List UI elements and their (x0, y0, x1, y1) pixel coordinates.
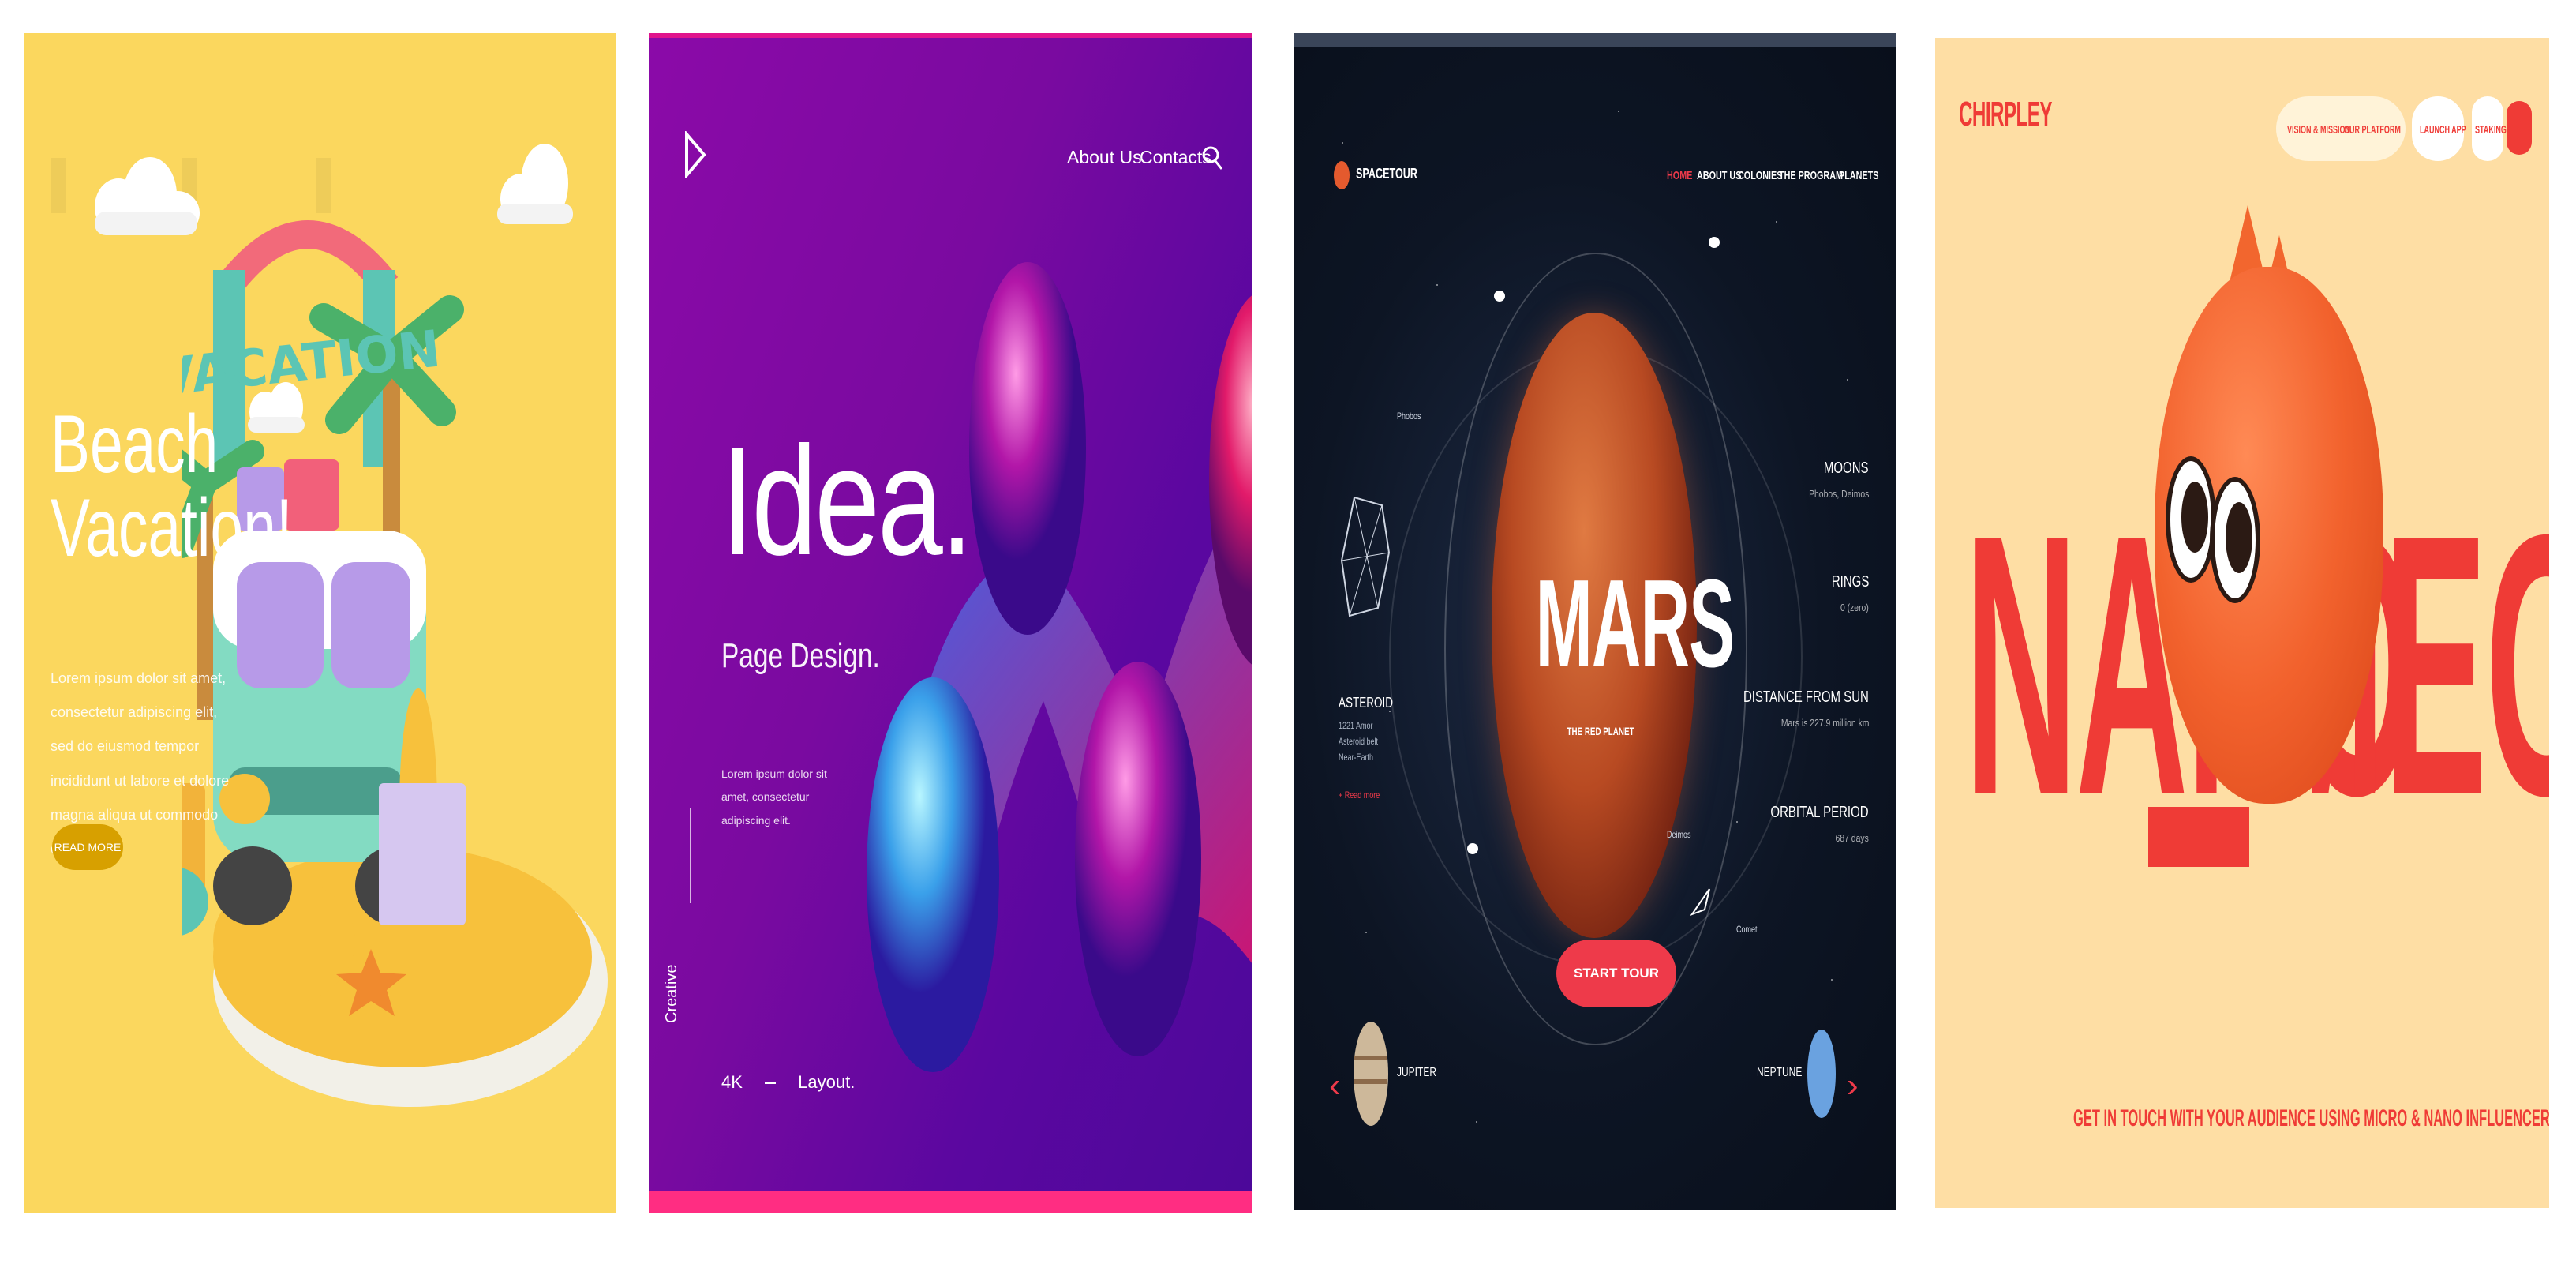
vacation-van-illustration: VACATION (182, 220, 608, 1107)
asteroid-title: ASTEROID (1339, 695, 1394, 711)
planet-tagline: THE RED PLANET (1567, 725, 1634, 737)
play-logo-icon[interactable] (683, 131, 707, 178)
next-arrow-icon[interactable]: › (1847, 1066, 1859, 1105)
stat-value: Phobos, Deimos (1808, 488, 1869, 500)
hero-headline: Beach Vacation! (51, 399, 293, 575)
tagline-text: GET IN TOUCH WITH YOUR AUDIENCE USING MI… (2073, 1105, 2549, 1131)
decor-square (51, 158, 66, 213)
spacetour-logo-icon (1334, 161, 1350, 189)
asteroid-detail: Near-Earth (1339, 752, 1374, 763)
asteroid-detail: Asteroid belt (1339, 736, 1379, 747)
asteroid-icon (1340, 496, 1391, 617)
read-more-button[interactable]: READ MORE (52, 824, 123, 870)
footer-right-text: Layout. (798, 1072, 856, 1092)
space-tour-card: SPACETOUR HOME ABOUT US COLONIES THE PRO… (1294, 33, 1896, 1210)
moon-marker-icon[interactable] (1465, 837, 1481, 861)
footer-resolution: 4K Layout. (721, 1072, 855, 1093)
comet-label: Comet (1736, 924, 1758, 935)
neptune-label[interactable]: NEPTUNE (1757, 1066, 1802, 1080)
moon-marker-icon[interactable] (1492, 284, 1507, 308)
footer-separator (765, 1082, 777, 1085)
jupiter-thumbnail[interactable] (1351, 1018, 1391, 1129)
stat-value: Mars is 227.9 million km (1780, 717, 1869, 729)
creature-eye (2166, 456, 2216, 583)
stat-label: RINGS (1831, 573, 1869, 591)
vertical-divider (690, 808, 691, 903)
idea-page-design-card: About Us Contacts Idea. Page Design. Lor… (649, 33, 1252, 1213)
nav-planets[interactable]: PLANETS (1839, 169, 1878, 182)
neptune-thumbnail[interactable] (1806, 1026, 1837, 1121)
brand-name[interactable]: SPACETOUR (1356, 166, 1417, 182)
jupiter-label[interactable]: JUPITER (1397, 1066, 1436, 1080)
launch-app-label: LAUNCH APP (2420, 123, 2466, 137)
search-icon[interactable] (1201, 144, 1223, 171)
nav-home[interactable]: HOME (1667, 169, 1692, 182)
moon-marker-icon[interactable] (1706, 231, 1722, 254)
asteroid-detail: 1221 Amor (1339, 720, 1373, 731)
start-tour-button[interactable]: START TOUR (1556, 940, 1676, 1007)
nano-mega-card: CHIRPLEY VISION & MISSION OUR PLATFORM L… (1935, 38, 2549, 1208)
stat-label: DISTANCE FROM SUN (1743, 688, 1869, 706)
stat-label: ORBITAL PERIOD (1770, 804, 1869, 821)
footer-left-text: 4K (721, 1072, 743, 1092)
nav-our-platform[interactable]: OUR PLATFORM (2344, 123, 2401, 137)
stat-value: 687 days (1835, 832, 1869, 844)
qr-code-icon[interactable] (2507, 101, 2532, 155)
nav-colonies[interactable]: COLONIES (1738, 169, 1782, 182)
beach-vacation-card: VACATION Beach Vacation! Lorem ipsum dol… (24, 33, 616, 1213)
nav-vision-mission[interactable]: VISION & MISSION (2287, 123, 2350, 137)
chirpley-logo[interactable]: CHIRPLEY (1959, 95, 2053, 134)
stat-value: 0 (zero) (1840, 602, 1869, 613)
nav-about-us[interactable]: ABOUT US (1697, 169, 1741, 182)
creature-eye (2210, 477, 2260, 603)
hero-headline: Idea. (721, 414, 973, 587)
moon-label: Deimos (1667, 829, 1691, 840)
planet-title: MARS (1535, 554, 1735, 693)
gradient-spheres-illustration (867, 262, 1252, 1072)
headline-dash (2148, 807, 2249, 867)
comet-icon (1690, 888, 1710, 917)
staking-label: STAKING (2475, 123, 2507, 137)
nav-the-program[interactable]: THE PROGRAM (1779, 169, 1843, 182)
vertical-creative-text: Creative (663, 964, 680, 1023)
read-more-link[interactable]: + Read more (1339, 790, 1380, 801)
stat-label: MOONS (1824, 459, 1869, 477)
hero-body-text: Lorem ipsum dolor sit amet, consectetur … (721, 767, 827, 827)
hero-subheadline: Page Design. (721, 636, 880, 675)
nav-about-us[interactable]: About Us (1067, 147, 1142, 168)
prev-arrow-icon[interactable]: ‹ (1329, 1066, 1341, 1105)
moon-label: Phobos (1397, 411, 1421, 422)
